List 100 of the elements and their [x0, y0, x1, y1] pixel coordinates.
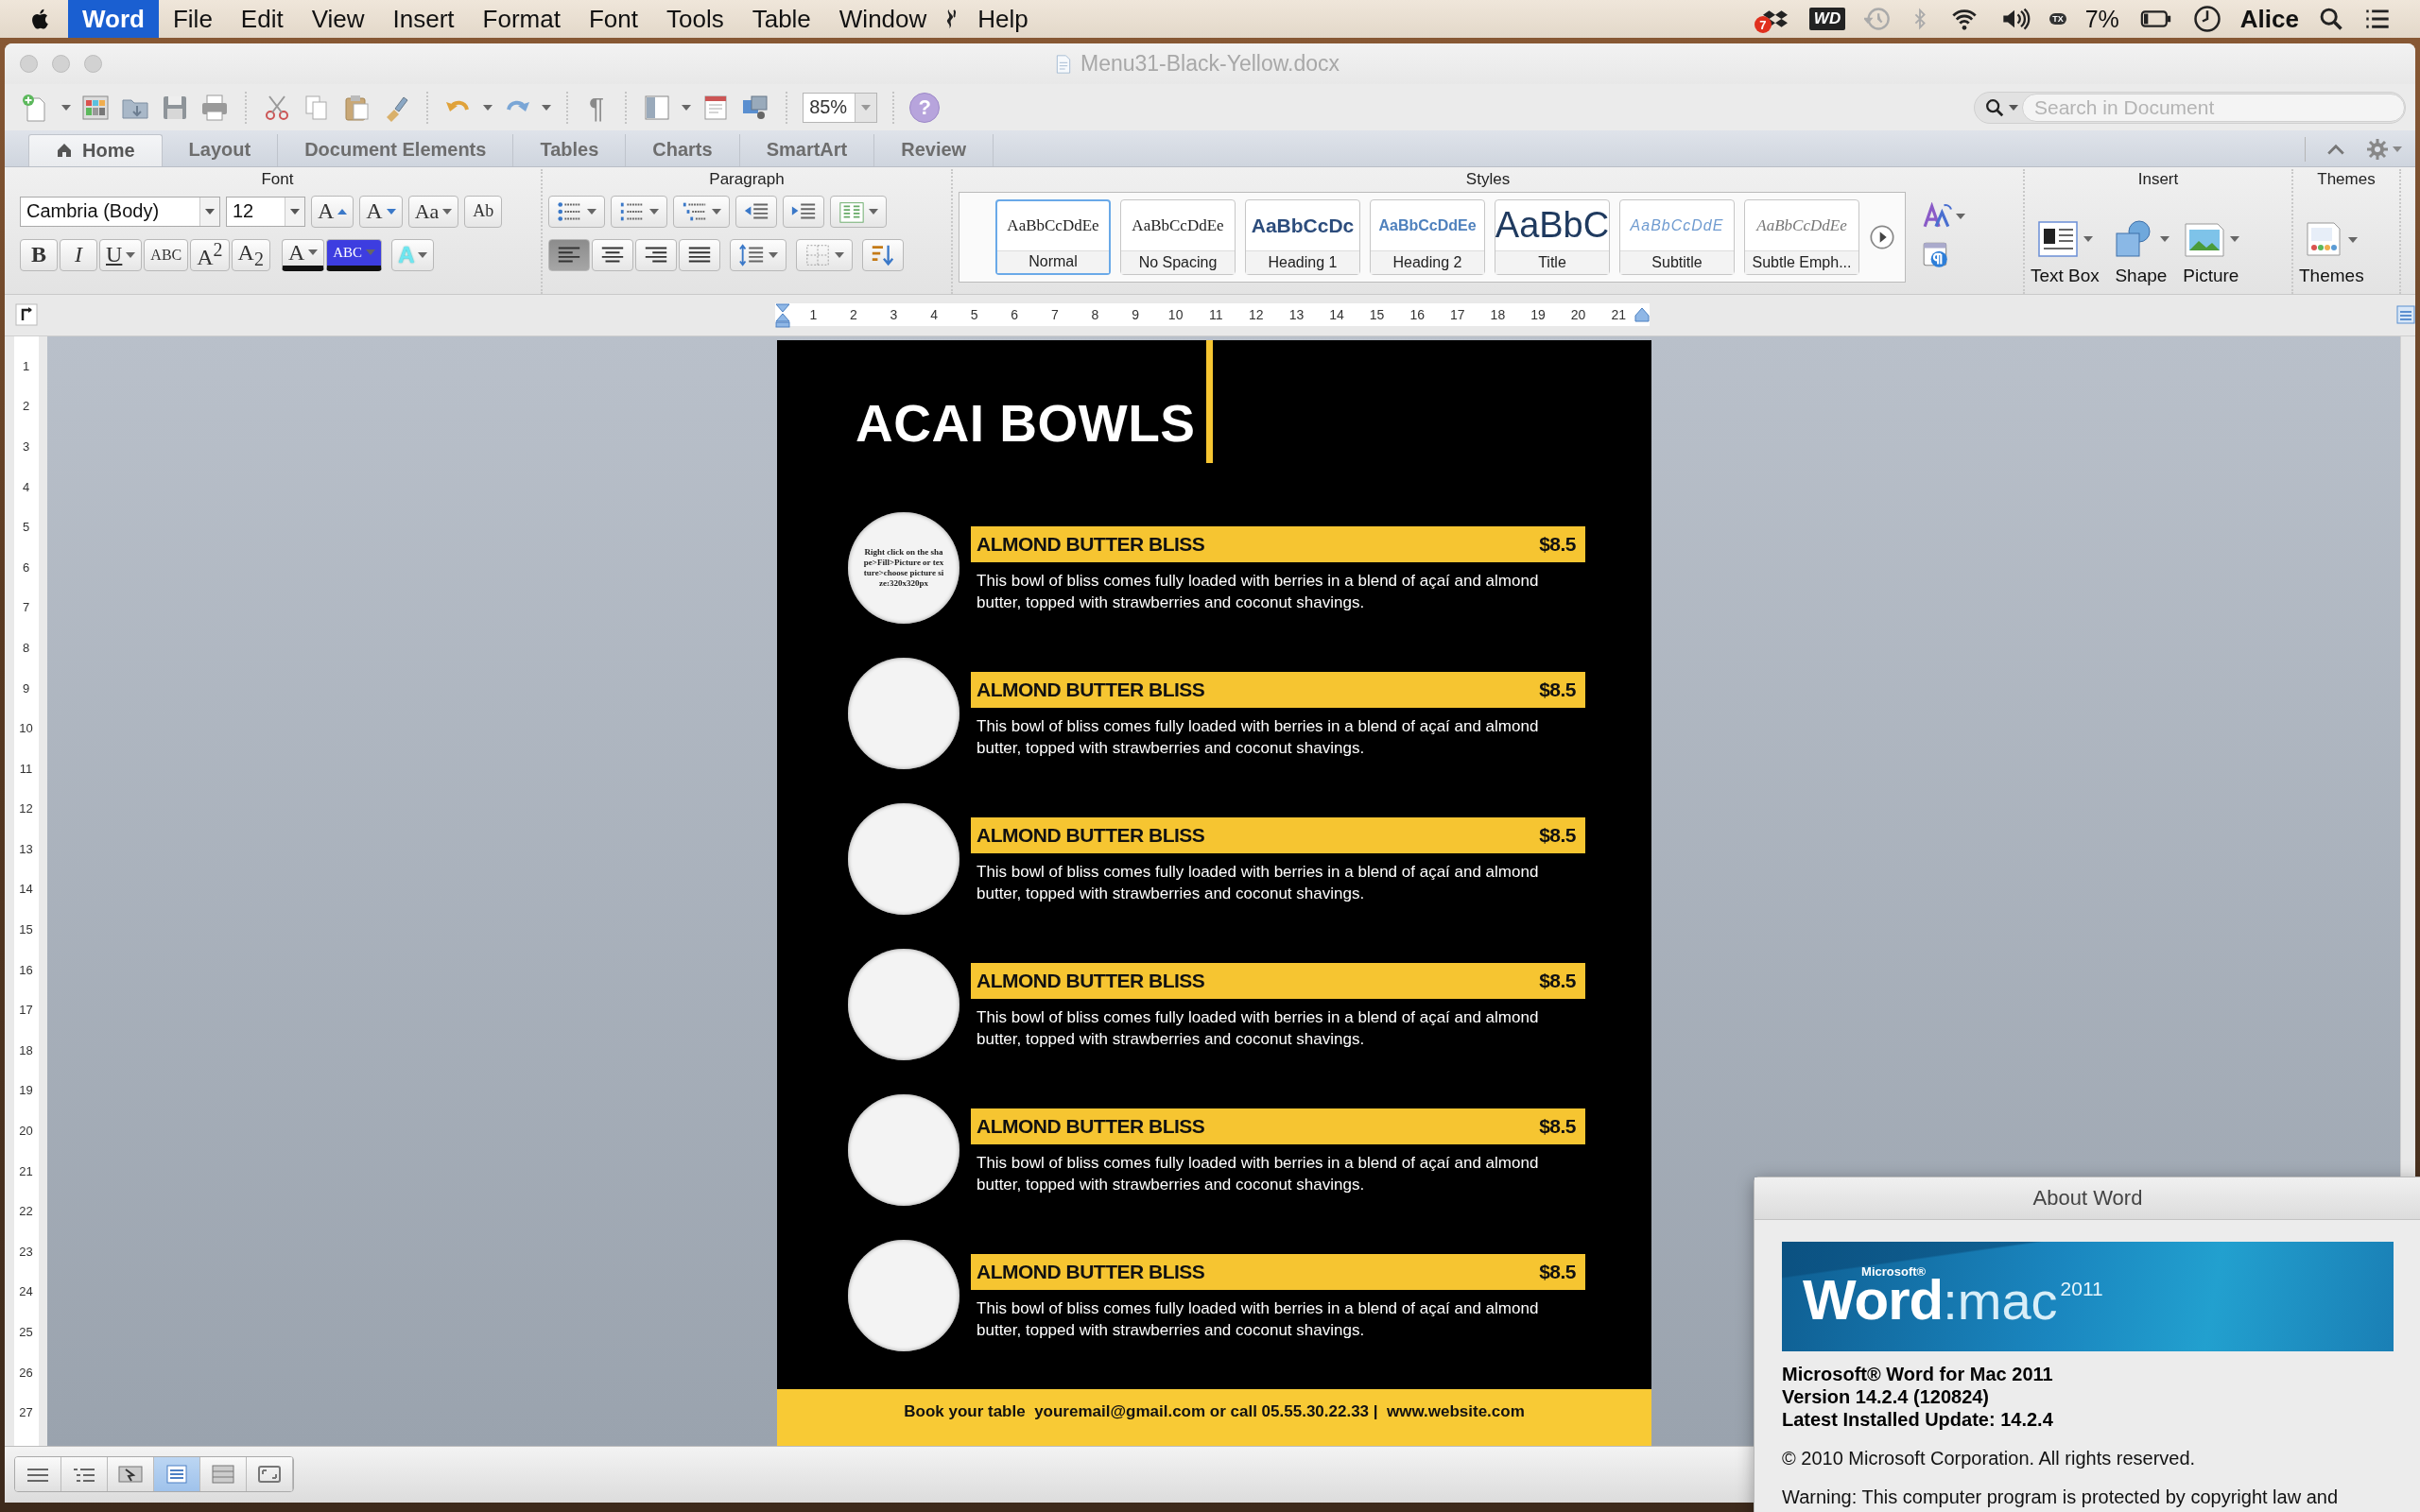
ribbon-tab[interactable]: SmartArt — [739, 133, 875, 166]
margin-marker-icon[interactable] — [1634, 307, 1650, 323]
menu-item[interactable]: File — [158, 0, 227, 38]
view-button[interactable] — [61, 1457, 108, 1492]
themes-button[interactable]: Themes — [2299, 265, 2364, 286]
style-option[interactable]: AaBbCcDdEe No Spacing — [1120, 198, 1236, 275]
view-button[interactable] — [247, 1457, 293, 1492]
caret-icon[interactable] — [712, 208, 721, 215]
caret-icon[interactable] — [126, 251, 136, 258]
increase-indent-button[interactable] — [783, 195, 824, 228]
user-name[interactable]: Alice — [2239, 4, 2299, 34]
vertical-ruler[interactable]: 1 2 3 4 5 6 7 8 9 10 11 12 13 14 15 16 17 18 19 20 21 22 23 24 25 26 27 — [13, 335, 39, 1446]
menu-item[interactable]: Help — [963, 0, 1043, 38]
menu-item[interactable]: Insert — [378, 0, 469, 38]
caret-icon[interactable] — [2348, 236, 2359, 243]
multilevel-button[interactable] — [673, 195, 730, 228]
style-option[interactable]: AaBbCcDc Heading 1 — [1245, 198, 1360, 275]
bold-button[interactable]: B — [20, 238, 58, 271]
insert-button[interactable]: Shape — [2115, 265, 2168, 286]
caret-icon[interactable] — [442, 208, 453, 215]
clock-icon[interactable] — [2192, 5, 2221, 33]
highlight-button[interactable]: ABC — [326, 238, 383, 271]
font-color-button[interactable]: A — [281, 238, 325, 271]
bullets-button[interactable] — [548, 195, 605, 228]
view-button[interactable] — [15, 1457, 61, 1492]
sort-button[interactable] — [862, 238, 904, 271]
caret-icon[interactable] — [869, 208, 878, 215]
columns-button[interactable] — [830, 195, 887, 228]
caret-icon[interactable] — [290, 208, 300, 215]
caret-icon[interactable] — [682, 104, 692, 111]
menu-item[interactable]: Edit — [226, 0, 298, 38]
caret-icon[interactable] — [1956, 213, 1965, 219]
font-name-field[interactable]: Cambria (Body) — [20, 196, 220, 227]
numbering-button[interactable] — [611, 195, 667, 228]
align-right-button[interactable] — [635, 238, 677, 271]
menu-item[interactable]: View — [297, 0, 379, 38]
ribbon-tab[interactable]: Home — [28, 133, 163, 166]
align-left-button[interactable] — [548, 238, 590, 271]
caret-icon[interactable] — [2083, 235, 2094, 242]
menu-item[interactable]: Font — [574, 0, 652, 38]
ribbon-tab[interactable]: Tables — [513, 133, 627, 166]
caret-icon[interactable] — [61, 104, 71, 111]
style-option[interactable]: AaBbCcDdEe Subtle Emph... — [1744, 198, 1859, 275]
menu-item[interactable]: Format — [468, 0, 575, 38]
caret-icon[interactable] — [2159, 235, 2169, 242]
grow-font-button[interactable]: A — [311, 195, 354, 228]
zoom-field[interactable]: 85% — [803, 92, 878, 123]
caret-icon[interactable] — [418, 251, 428, 258]
strikethrough-button[interactable]: ABC — [144, 238, 189, 271]
caret-icon[interactable] — [483, 104, 493, 111]
line-spacing-button[interactable] — [730, 238, 786, 271]
script-button[interactable]: A$_{2}$ — [231, 238, 270, 271]
caret-icon[interactable] — [649, 208, 659, 215]
print-icon[interactable] — [199, 92, 230, 123]
italic-button[interactable]: I — [60, 238, 97, 271]
view-button[interactable] — [108, 1457, 154, 1492]
caret-icon[interactable] — [769, 251, 778, 258]
horizontal-ruler[interactable]: 1 2 3 4 5 6 7 8 9 10 11 12 13 14 15 16 17 18 19 20 21 — [775, 303, 1650, 327]
ribbon-tab[interactable]: Charts — [626, 133, 740, 166]
style-option[interactable]: AaBbC Title — [1495, 198, 1610, 275]
drive-icon[interactable]: WD — [1808, 8, 1846, 30]
next-icon[interactable] — [1869, 223, 1895, 250]
style-option[interactable]: AaBbCcDdE Subtitle — [1619, 198, 1735, 275]
caret-icon[interactable] — [587, 208, 596, 215]
search-icon[interactable] — [1984, 96, 2005, 118]
indent-marker-icon[interactable] — [775, 303, 790, 329]
sync-icon[interactable]: TX — [2049, 13, 2066, 25]
collapse-icon[interactable] — [2326, 142, 2345, 156]
search-field[interactable]: Search in Document — [2022, 93, 2405, 122]
ribbon-tab[interactable]: Layout — [162, 133, 279, 166]
view-button[interactable] — [154, 1457, 200, 1492]
script-button[interactable]: A$^{2}$ — [190, 238, 230, 271]
underline-button[interactable]: U — [99, 238, 143, 271]
insert-button[interactable]: Picture — [2183, 265, 2239, 286]
caret-icon[interactable] — [542, 104, 551, 111]
decrease-indent-button[interactable] — [735, 195, 777, 228]
image-placeholder[interactable]: Right click on the shape>Fill>Picture or texture>choose picture size:320x320px — [848, 511, 959, 624]
align-center-button[interactable] — [592, 238, 633, 271]
change-case-button[interactable]: Aa — [407, 195, 459, 228]
menu-item[interactable]: Table — [737, 0, 825, 38]
caret-icon[interactable] — [2009, 104, 2018, 111]
caret-icon[interactable] — [2229, 235, 2239, 242]
caret-icon[interactable] — [205, 208, 215, 215]
style-option[interactable]: AaBbCcDdEe Normal — [995, 198, 1111, 275]
menu-item[interactable]: Window — [824, 0, 942, 38]
clear-formatting-button[interactable]: Ab — [464, 195, 503, 228]
font-size-field[interactable]: 12 — [226, 196, 305, 227]
ribbon-tab[interactable]: Document Elements — [278, 133, 514, 166]
shrink-font-button[interactable]: A — [359, 195, 403, 228]
search-icon[interactable] — [2318, 6, 2344, 32]
split-view-icon[interactable] — [2396, 305, 2415, 325]
caret-icon[interactable] — [835, 251, 844, 258]
tab-selector-icon[interactable] — [14, 303, 38, 327]
justify-button[interactable] — [679, 238, 720, 271]
menu-item[interactable]: Tools — [651, 0, 738, 38]
settings-icon[interactable] — [2366, 137, 2389, 161]
insert-button[interactable]: Text Box — [2031, 265, 2100, 286]
ribbon-tab[interactable]: Review — [874, 133, 994, 166]
style-option[interactable]: AaBbCcDdEe Heading 2 — [1370, 198, 1485, 275]
caret-icon[interactable] — [308, 249, 319, 256]
